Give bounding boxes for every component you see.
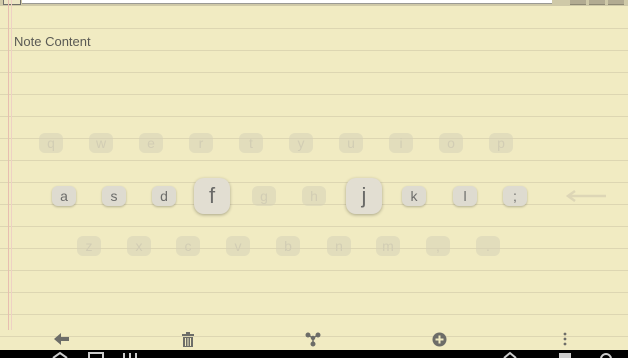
key-z[interactable]: z [77, 236, 101, 256]
key-comma[interactable]: , [426, 236, 450, 256]
key-k[interactable]: k [402, 186, 426, 206]
key-i[interactable]: i [389, 133, 413, 153]
back-arrow-icon[interactable] [54, 331, 70, 347]
title-field[interactable] [22, 0, 552, 4]
bottom-toolbar [0, 328, 628, 350]
key-a[interactable]: a [52, 186, 76, 206]
status-icon-3 [600, 353, 612, 358]
key-c[interactable]: c [176, 236, 200, 256]
trash-icon[interactable] [180, 331, 196, 347]
top-app-bar [0, 0, 628, 6]
nav-recents-icon[interactable] [120, 351, 140, 358]
paper-margin-line [8, 0, 9, 330]
note-content-label[interactable]: Note Content [14, 34, 91, 49]
key-l[interactable]: l [453, 186, 477, 206]
key-w[interactable]: w [89, 133, 113, 153]
key-o[interactable]: o [439, 133, 463, 153]
key-f[interactable]: f [194, 178, 230, 214]
key-b[interactable]: b [276, 236, 300, 256]
app-icon[interactable] [3, 0, 21, 5]
key-d[interactable]: d [152, 186, 176, 206]
status-icon-1 [503, 351, 517, 358]
key-j[interactable]: j [346, 178, 382, 214]
share-icon[interactable] [305, 331, 321, 347]
status-icon-2 [559, 353, 571, 358]
key-t[interactable]: t [239, 133, 263, 153]
key-s[interactable]: s [102, 186, 126, 206]
key-h[interactable]: h [302, 186, 326, 206]
key-x[interactable]: x [127, 236, 151, 256]
action-icon-3[interactable] [608, 0, 624, 5]
key-r[interactable]: r [189, 133, 213, 153]
paper-margin-line-inner [11, 0, 12, 330]
key-u[interactable]: u [339, 133, 363, 153]
nav-home-icon[interactable] [86, 351, 106, 358]
key-n[interactable]: n [327, 236, 351, 256]
key-period[interactable]: . [476, 236, 500, 256]
key-p[interactable]: p [489, 133, 513, 153]
key-v[interactable]: v [226, 236, 250, 256]
overflow-menu-icon[interactable] [557, 331, 573, 347]
key-q[interactable]: q [39, 133, 63, 153]
action-icon-2[interactable] [589, 0, 605, 5]
key-g[interactable]: g [252, 186, 276, 206]
key-y[interactable]: y [289, 133, 313, 153]
top-actions [570, 0, 624, 5]
backspace-arrow-icon[interactable] [565, 190, 607, 202]
nav-back-icon[interactable] [50, 351, 70, 358]
key-m[interactable]: m [376, 236, 400, 256]
key-e[interactable]: e [139, 133, 163, 153]
add-circle-icon[interactable] [431, 331, 447, 347]
system-nav-bar [0, 350, 628, 358]
key-semicolon[interactable]: ; [503, 186, 527, 206]
action-icon-1[interactable] [570, 0, 586, 5]
